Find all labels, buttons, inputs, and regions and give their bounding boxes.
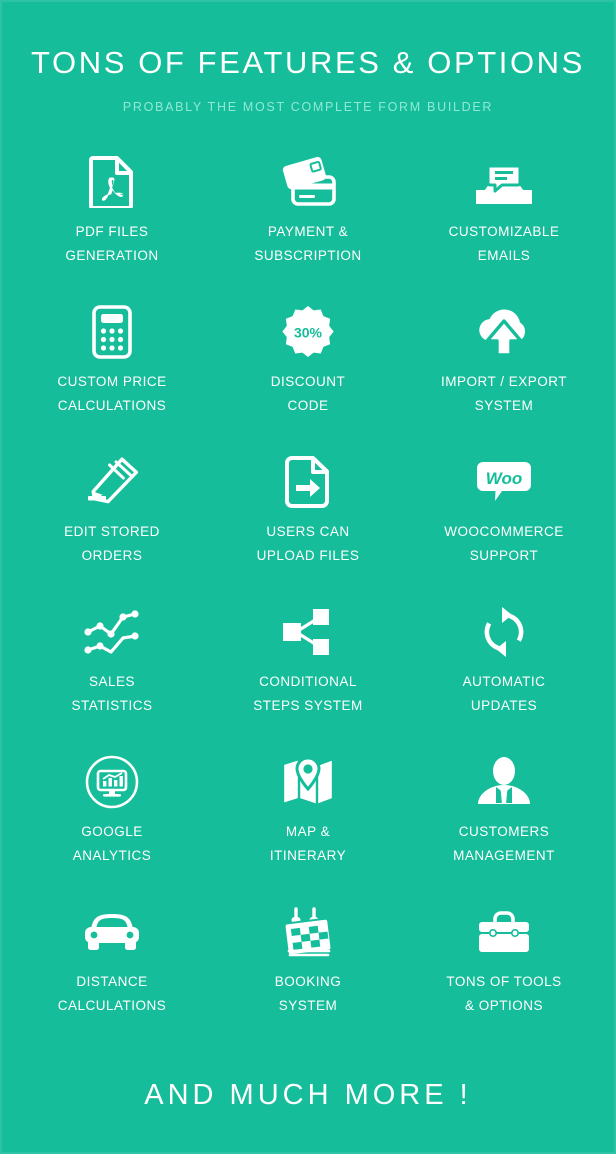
feature-item-automatic-updates: AUTOMATIC UPDATES xyxy=(406,601,602,751)
feature-item-map-itinerary: MAP & ITINERARY xyxy=(210,751,406,901)
feature-label: SALES STATISTICS xyxy=(71,670,152,718)
feature-label: TONS OF TOOLS & OPTIONS xyxy=(446,970,561,1018)
feature-item-conditional-steps-system: CONDITIONAL STEPS SYSTEM xyxy=(210,601,406,751)
feature-item-pdf-files-generation: PDF FILES GENERATION xyxy=(14,151,210,301)
feature-label: USERS CAN UPLOAD FILES xyxy=(257,520,360,568)
feature-item-payment-subscription: PAYMENT & SUBSCRIPTION xyxy=(210,151,406,301)
feature-label-line1: USERS CAN xyxy=(266,524,350,540)
page-title: TONS OF FEATURES & OPTIONS xyxy=(31,45,585,80)
feature-label-line1: GOOGLE xyxy=(81,824,143,840)
feature-label-line1: TONS OF TOOLS xyxy=(446,974,562,990)
toolbox-icon xyxy=(476,901,532,963)
feature-label-line1: SALES xyxy=(88,674,135,690)
feature-label: PAYMENT & SUBSCRIPTION xyxy=(254,220,361,268)
car-icon xyxy=(83,901,141,963)
feature-item-tons-of-tools-options: TONS OF TOOLS & OPTIONS xyxy=(406,901,602,1051)
feature-label-line2: ANALYTICS xyxy=(72,848,152,864)
feature-label-line1: PAYMENT & xyxy=(267,224,349,240)
footer-tagline: AND MUCH MORE ! xyxy=(144,1079,472,1112)
feature-label-line1: AUTOMATIC xyxy=(462,674,546,690)
business-person-icon xyxy=(476,751,532,813)
feature-item-import-export-system: IMPORT / EXPORT SYSTEM xyxy=(406,301,602,451)
feature-label: WOOCOMMERCE SUPPORT xyxy=(444,520,564,568)
feature-item-discount-code: 30% DISCOUNT CODE xyxy=(210,301,406,451)
feature-label-line1: PDF FILES xyxy=(75,224,149,240)
credit-cards-icon xyxy=(279,151,337,213)
feature-item-custom-price-calculations: CUSTOM PRICE CALCULATIONS xyxy=(14,301,210,451)
feature-label-line1: CUSTOMERS xyxy=(458,824,550,840)
feature-label-line2: CODE xyxy=(287,398,329,414)
feature-item-sales-statistics: SALES STATISTICS xyxy=(14,601,210,751)
feature-label: CUSTOMIZABLE EMAILS xyxy=(449,220,560,268)
feature-label: GOOGLE ANALYTICS xyxy=(73,820,152,868)
feature-label-line2: & OPTIONS xyxy=(464,998,543,1014)
email-envelope-icon xyxy=(474,151,534,213)
feature-item-woocommerce-support: Woo WOOCOMMERCE SUPPORT xyxy=(406,451,602,601)
woocommerce-wordmark-text: Woo xyxy=(486,469,523,488)
map-pin-icon xyxy=(280,751,336,813)
feature-label: EDIT STORED ORDERS xyxy=(64,520,160,568)
feature-item-booking-system: BOOKING SYSTEM xyxy=(210,901,406,1051)
feature-label: BOOKING SYSTEM xyxy=(275,970,342,1018)
feature-label-line2: CALCULATIONS xyxy=(57,398,167,414)
feature-item-customizable-emails: CUSTOMIZABLE EMAILS xyxy=(406,151,602,301)
feature-label-line2: STATISTICS xyxy=(71,698,153,714)
feature-item-customers-management: CUSTOMERS MANAGEMENT xyxy=(406,751,602,901)
calculator-icon xyxy=(92,301,132,363)
feature-label: CUSTOMERS MANAGEMENT xyxy=(453,820,555,868)
feature-label-line1: WOOCOMMERCE xyxy=(444,524,564,540)
feature-label: AUTOMATIC UPDATES xyxy=(463,670,546,718)
feature-label-line2: ORDERS xyxy=(81,548,143,564)
feature-label-line1: IMPORT / EXPORT xyxy=(440,374,568,390)
feature-label: DISTANCE CALCULATIONS xyxy=(58,970,167,1018)
feature-label-line1: CUSTOM PRICE xyxy=(57,374,167,390)
feature-item-edit-stored-orders: EDIT STORED ORDERS xyxy=(14,451,210,601)
feature-label-line1: DISCOUNT xyxy=(270,374,346,390)
feature-grid: PDF FILES GENERATION PAYMENT & SUBSCRIPT… xyxy=(0,151,616,1051)
woocommerce-logo-icon: Woo xyxy=(475,451,533,513)
feature-label-line1: EDIT STORED xyxy=(64,524,160,540)
feature-label: DISCOUNT CODE xyxy=(271,370,346,418)
feature-label-line1: BOOKING xyxy=(274,974,342,990)
feature-label-line2: SUBSCRIPTION xyxy=(254,248,362,264)
header: TONS OF FEATURES & OPTIONS PROBABLY THE … xyxy=(0,0,616,115)
feature-label-line2: UPDATES xyxy=(470,698,538,714)
features-poster: TONS OF FEATURES & OPTIONS PROBABLY THE … xyxy=(0,0,616,1154)
feature-label-line2: CALCULATIONS xyxy=(57,998,167,1014)
feature-item-users-can-upload-files: USERS CAN UPLOAD FILES xyxy=(210,451,406,601)
pencil-edit-icon xyxy=(85,451,139,513)
feature-label-line2: STEPS SYSTEM xyxy=(253,698,363,714)
file-upload-arrow-icon xyxy=(285,451,331,513)
feature-label-line1: CONDITIONAL xyxy=(259,674,357,690)
discount-badge-icon: 30% xyxy=(282,301,334,363)
feature-label-line2: UPLOAD FILES xyxy=(256,548,360,564)
pdf-file-icon xyxy=(89,151,135,213)
feature-label-line2: MANAGEMENT xyxy=(453,848,555,864)
feature-item-google-analytics: GOOGLE ANALYTICS xyxy=(14,751,210,901)
discount-badge-text: 30% xyxy=(294,325,323,341)
feature-label-line2: EMAILS xyxy=(477,248,531,264)
feature-label: PDF FILES GENERATION xyxy=(65,220,158,268)
footer: AND MUCH MORE ! xyxy=(0,1051,616,1154)
share-nodes-icon xyxy=(282,601,334,663)
analytics-monitor-icon xyxy=(85,751,139,813)
feature-label-line2: ITINERARY xyxy=(269,848,347,864)
line-chart-icon xyxy=(83,601,141,663)
calendar-booking-icon xyxy=(281,901,335,963)
feature-label-line1: DISTANCE xyxy=(76,974,148,990)
feature-item-distance-calculations: DISTANCE CALCULATIONS xyxy=(14,901,210,1051)
page-subtitle: PROBABLY THE MOST COMPLETE FORM BUILDER xyxy=(122,100,494,115)
cloud-upload-icon xyxy=(473,301,535,363)
feature-label-line2: SUPPORT xyxy=(469,548,539,564)
feature-label: IMPORT / EXPORT SYSTEM xyxy=(441,370,567,418)
feature-label: CUSTOM PRICE CALCULATIONS xyxy=(57,370,166,418)
feature-label-line2: GENERATION xyxy=(65,248,159,264)
refresh-cycle-icon xyxy=(480,601,528,663)
feature-label: MAP & ITINERARY xyxy=(270,820,346,868)
feature-label-line1: MAP & xyxy=(285,824,331,840)
feature-label-line2: SYSTEM xyxy=(474,398,534,414)
feature-label-line2: SYSTEM xyxy=(278,998,338,1014)
feature-label: CONDITIONAL STEPS SYSTEM xyxy=(253,670,363,718)
feature-label-line1: CUSTOMIZABLE xyxy=(448,224,560,240)
